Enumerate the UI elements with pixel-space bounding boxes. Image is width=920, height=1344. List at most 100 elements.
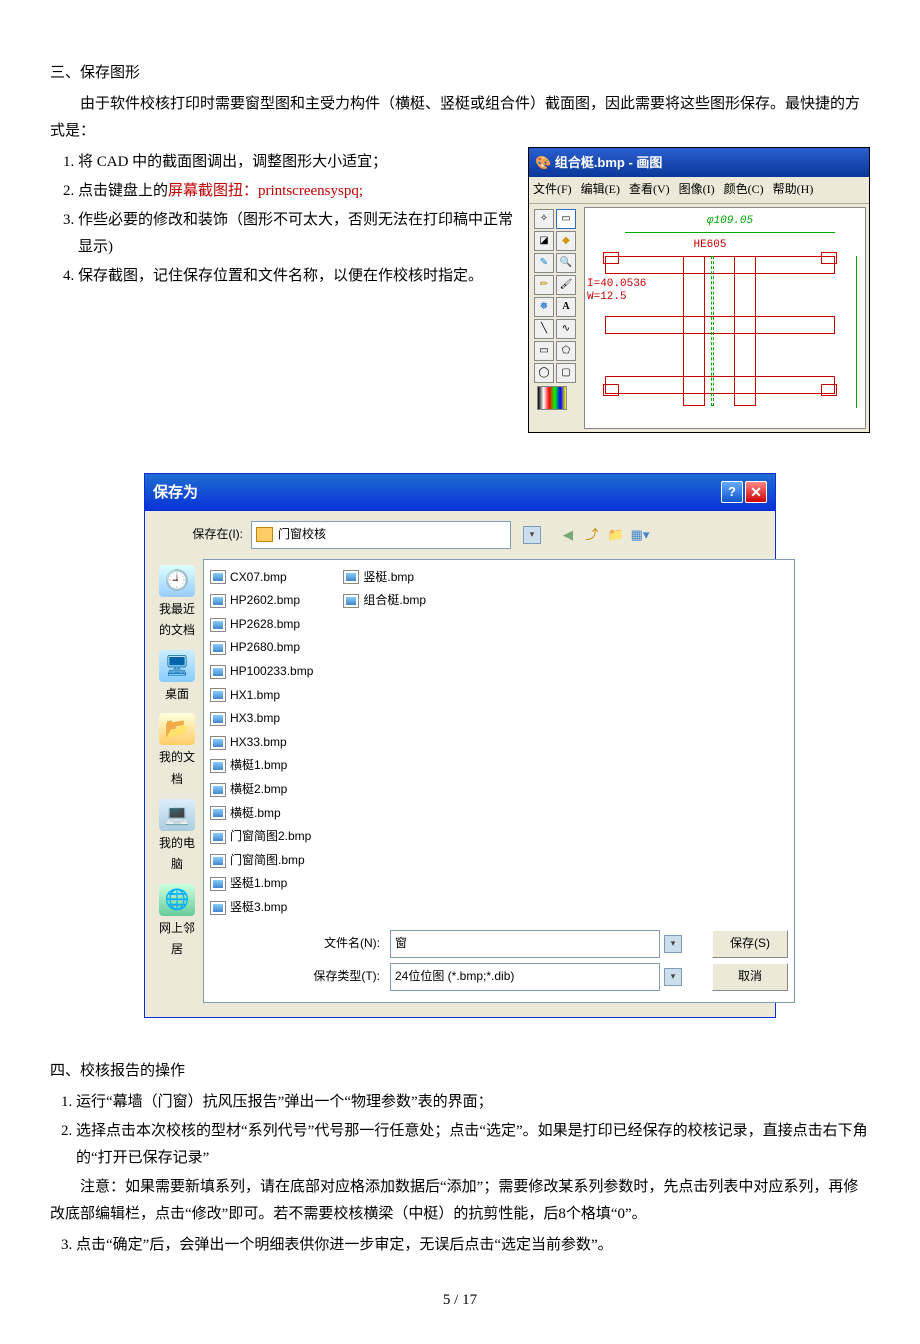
file-item[interactable]: 横梃.bmp [210,803,313,825]
bmp-file-icon [343,594,359,608]
bmp-file-icon [343,570,359,584]
file-item[interactable]: 组合梃.bmp [343,590,426,612]
dropdown-arrow-icon[interactable]: ▾ [523,526,541,544]
pencil-tool[interactable]: ✏ [534,275,554,295]
text-tool[interactable]: A [556,297,576,317]
bmp-file-icon [210,877,226,891]
file-item[interactable]: 门窗简图2.bmp [210,826,313,848]
place-desktop[interactable]: 🖥桌面 [159,650,195,706]
file-item[interactable]: 竖梃.bmp [343,567,426,589]
place-network[interactable]: 🌐网上邻居 [159,884,195,961]
file-item[interactable]: HX33.bmp [210,732,313,754]
paint-menubar[interactable]: 文件(F) 编辑(E) 查看(V) 图像(I) 颜色(C) 帮助(H) [529,177,869,204]
save-titlebar: 保存为 ? ✕ [145,474,775,511]
file-item[interactable]: 门窗简图.bmp [210,850,313,872]
filename-dropdown-icon[interactable]: ▾ [664,935,682,953]
section-3-intro: 由于软件校核打印时需要窗型图和主受力构件（横梃、竖梃或组合件）截面图，因此需要将… [50,91,870,145]
paint-toolbox[interactable]: ✧▭ ◪◆ ✎🔍 ✏🖌 ❅A ╲∿ ▭⬠ ◯▢ [529,204,581,432]
file-item[interactable]: HP100233.bmp [210,661,313,683]
label-he605: HE605 [585,236,835,256]
eraser-tool[interactable]: ◪ [534,231,554,251]
fill-tool[interactable]: ◆ [556,231,576,251]
back-icon[interactable]: ◀ [559,526,577,544]
paint-window: 🎨 组合梃.bmp - 画图 文件(F) 编辑(E) 查看(V) 图像(I) 颜… [528,147,870,433]
save-as-dialog: 保存为 ? ✕ 保存在(I): 门窗校核 ▾ ◀ ⤴ 📁 ▦▾ 🕘我最近的文档 … [144,473,776,1018]
file-item[interactable]: 横梃1.bmp [210,755,313,777]
report-step-2: 选择点击本次校核的型材“系列代号”代号那一行任意处；点击“选定”。如果是打印已经… [76,1118,870,1172]
filetype-label: 保存类型(T): [304,966,380,988]
filetype-select[interactable]: 24位位图 (*.bmp;*.dib) [390,963,660,991]
line-tool[interactable]: ╲ [534,319,554,339]
section-4-title: 四、校核报告的操作 [50,1058,870,1085]
menu-view[interactable]: 查看(V) [629,182,670,196]
bmp-file-icon [210,570,226,584]
up-icon[interactable]: ⤴ [583,526,601,544]
spray-tool[interactable]: ❅ [534,297,554,317]
freeform-select-tool[interactable]: ✧ [534,209,554,229]
brush-tool[interactable]: 🖌 [556,275,576,295]
rect-select-tool[interactable]: ▭ [556,209,576,229]
bmp-file-icon [210,854,226,868]
file-item[interactable]: HX3.bmp [210,708,313,730]
roundrect-tool[interactable]: ▢ [556,363,576,383]
menu-color[interactable]: 颜色(C) [724,182,764,196]
zoom-tool[interactable]: 🔍 [556,253,576,273]
help-button[interactable]: ? [721,481,743,503]
file-item[interactable]: 竖梃3.bmp [210,897,313,919]
paint-canvas[interactable]: φ109.05 HE605 I=40.0536W=12.5 [584,207,866,429]
save-button[interactable]: 保存(S) [712,930,788,958]
section-4-list: 运行“幕墙（门窗）抗风压报告”弹出一个“物理参数”表的界面； 选择点击本次校核的… [56,1089,870,1172]
bmp-file-icon [210,618,226,632]
savein-label: 保存在(I): [163,524,243,546]
cancel-button[interactable]: 取消 [712,963,788,991]
bmp-file-icon [210,688,226,702]
file-item[interactable]: HX1.bmp [210,685,313,707]
bmp-file-icon [210,806,226,820]
newfolder-icon[interactable]: 📁 [607,526,625,544]
curve-tool[interactable]: ∿ [556,319,576,339]
file-list-pane[interactable]: CX07.bmpHP2602.bmpHP2628.bmpHP2680.bmpHP… [203,559,795,1003]
place-recent[interactable]: 🕘我最近的文档 [159,565,195,642]
poly-tool[interactable]: ⬠ [556,341,576,361]
file-item[interactable]: HP2628.bmp [210,614,313,636]
file-item[interactable]: 竖梃1.bmp [210,873,313,895]
bmp-file-icon [210,736,226,750]
report-step-3: 点击“确定”后，会弹出一个明细表供你进一步审定，无误后点击“选定当前参数”。 [76,1232,870,1259]
filename-input[interactable]: 窗 [390,930,660,958]
folder-icon [256,527,273,542]
savein-dropdown[interactable]: 门窗校核 [251,521,511,549]
bmp-file-icon [210,830,226,844]
paint-titlebar: 🎨 组合梃.bmp - 画图 [529,148,869,177]
section-3-title: 三、保存图形 [50,60,870,87]
picker-tool[interactable]: ✎ [534,253,554,273]
views-icon[interactable]: ▦▾ [631,526,649,544]
file-item[interactable]: HP2680.bmp [210,637,313,659]
menu-file[interactable]: 文件(F) [533,182,572,196]
bmp-file-icon [210,594,226,608]
places-bar: 🕘我最近的文档 🖥桌面 📂我的文档 💻我的电脑 🌐网上邻居 [159,559,195,1003]
filename-label: 文件名(N): [304,933,380,955]
bmp-file-icon [210,783,226,797]
iw-values: I=40.0536W=12.5 [587,278,646,304]
page-number: 5 / 17 [50,1287,870,1314]
ellipse-tool[interactable]: ◯ [534,363,554,383]
bmp-file-icon [210,641,226,655]
place-mycomputer[interactable]: 💻我的电脑 [159,799,195,876]
filetype-dropdown-icon[interactable]: ▾ [664,968,682,986]
file-item[interactable]: CX07.bmp [210,567,313,589]
file-item[interactable]: 横梃2.bmp [210,779,313,801]
file-item[interactable]: HP2602.bmp [210,590,313,612]
bmp-file-icon [210,712,226,726]
report-note: 注意：如果需要新填系列，请在底部对应格添加数据后“添加”；需要修改某系列参数时，… [50,1174,870,1228]
rect-tool[interactable]: ▭ [534,341,554,361]
report-step-1: 运行“幕墙（门窗）抗风压报告”弹出一个“物理参数”表的界面； [76,1089,870,1116]
dimension-top: φ109.05 [625,212,835,233]
menu-edit[interactable]: 编辑(E) [581,182,620,196]
menu-image[interactable]: 图像(I) [679,182,715,196]
place-mydocs[interactable]: 📂我的文档 [159,713,195,790]
color-palette-icon[interactable] [537,386,567,410]
menu-help[interactable]: 帮助(H) [773,182,814,196]
close-button[interactable]: ✕ [745,481,767,503]
dimension-right [842,256,857,408]
bmp-file-icon [210,759,226,773]
